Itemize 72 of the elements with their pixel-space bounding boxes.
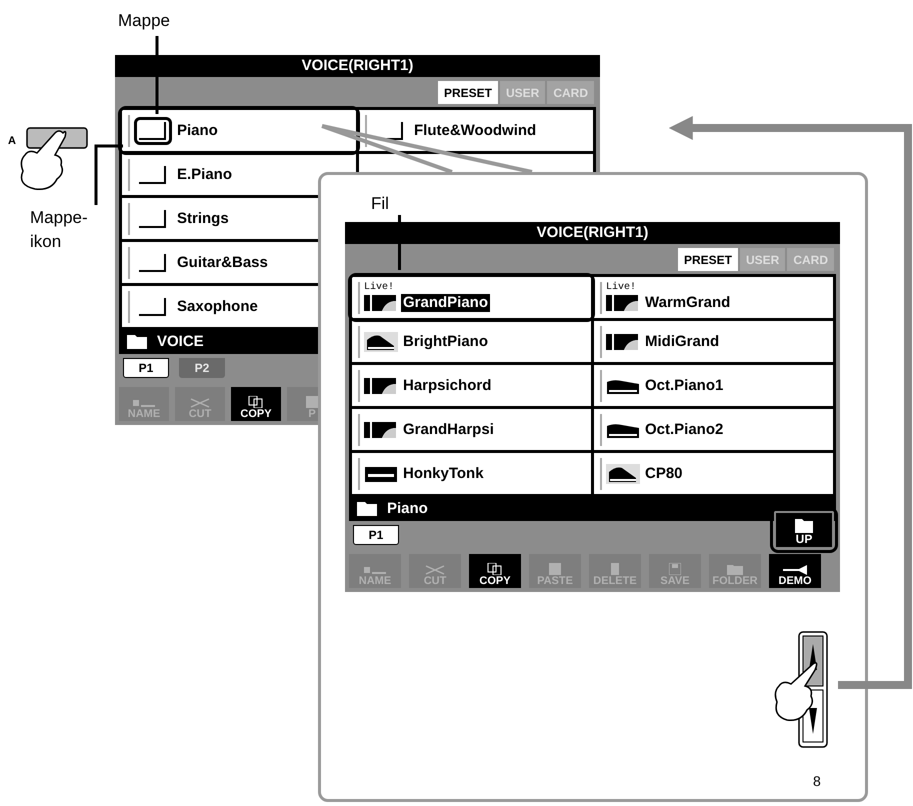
bracket-icon <box>138 120 168 140</box>
voice-item[interactable]: Oct.Piano2 <box>594 409 833 450</box>
voice-item[interactable]: Flute&Woodwind <box>359 110 593 151</box>
grand-piano-icon <box>364 420 398 440</box>
live-tag: Live! <box>606 282 732 292</box>
voice-item[interactable]: BrightPiano <box>352 321 591 362</box>
copy-icon <box>487 563 503 575</box>
bracket-icon <box>138 252 168 272</box>
voice-name: CP80 <box>644 464 684 482</box>
scissors-icon <box>189 398 211 408</box>
voice-name: GrandPiano <box>401 294 490 312</box>
callout-label: Fil <box>371 193 389 215</box>
name-icon <box>364 565 386 575</box>
voice-item[interactable]: Oct.Piano1 <box>594 365 833 406</box>
voice-name: Strings <box>176 210 230 228</box>
callout-label: Mappe-ikon <box>30 207 89 253</box>
grand-piano-icon <box>364 376 398 396</box>
trash-icon <box>609 563 621 575</box>
folder-icon <box>727 563 743 575</box>
function-button[interactable]: COPY <box>231 387 281 421</box>
page-tab[interactable]: P2 <box>179 358 225 378</box>
folder-up-icon <box>795 519 813 533</box>
grand-piano-icon <box>606 332 640 352</box>
button-label: A <box>8 134 16 149</box>
voice-name: Flute&Woodwind <box>413 122 538 140</box>
tab[interactable]: PRESET <box>438 81 498 104</box>
voice-item[interactable]: MidiGrand <box>594 321 833 362</box>
voice-name: E.Piano <box>176 166 234 184</box>
folder-icon <box>357 502 377 516</box>
screen-title: VOICE(RIGHT1) <box>345 222 840 244</box>
bracket-icon <box>138 208 168 228</box>
function-button[interactable]: DEMO <box>769 554 821 588</box>
function-button[interactable]: COPY <box>469 554 521 588</box>
folder-path: Piano <box>387 498 428 519</box>
piano-icon <box>364 332 398 352</box>
voice-name: Oct.Piano1 <box>644 376 724 394</box>
voice-item[interactable]: GrandHarpsi <box>352 409 591 450</box>
tab[interactable]: PRESET <box>678 248 738 271</box>
grand-piano-icon <box>606 292 640 312</box>
name-icon <box>133 398 155 408</box>
voice-name: MidiGrand <box>644 332 720 350</box>
bracket-icon <box>138 296 168 316</box>
trumpet-icon <box>783 565 807 575</box>
voice-name: Oct.Piano2 <box>644 420 724 438</box>
clipboard-icon <box>547 563 563 575</box>
button-label: 8 <box>813 772 821 791</box>
folder-path: VOICE <box>157 332 204 352</box>
voice-name: WarmGrand <box>644 294 732 312</box>
live-tag: Live! <box>364 282 490 292</box>
voice-item[interactable]: HonkyTonk <box>352 453 591 494</box>
grand-piano-icon <box>364 292 398 312</box>
clipboard-icon <box>304 396 320 408</box>
voice-name: GrandHarpsi <box>402 420 495 438</box>
voice-name: Saxophone <box>176 298 259 316</box>
voice-name: Piano <box>176 122 219 140</box>
voice-name: Guitar&Bass <box>176 254 269 272</box>
callout-label: Mappe <box>118 10 170 32</box>
page-tab[interactable]: P1 <box>123 358 169 378</box>
leader-line <box>398 215 401 270</box>
voice-name: HonkyTonk <box>402 464 485 482</box>
copy-icon <box>248 396 264 408</box>
scissors-icon <box>424 565 446 575</box>
page-tab[interactable]: P1 <box>353 525 399 545</box>
voice-item[interactable]: Harpsichord <box>352 365 591 406</box>
screen-title: VOICE(RIGHT1) <box>115 55 600 77</box>
voice-name: Harpsichord <box>402 376 492 394</box>
voice-item[interactable]: CP80 <box>594 453 833 494</box>
piano-icon <box>606 464 640 484</box>
folder-icon <box>127 335 147 349</box>
voice-name: BrightPiano <box>402 332 489 350</box>
voice-item[interactable]: Live! WarmGrand <box>594 277 833 318</box>
bracket-icon <box>138 164 168 184</box>
